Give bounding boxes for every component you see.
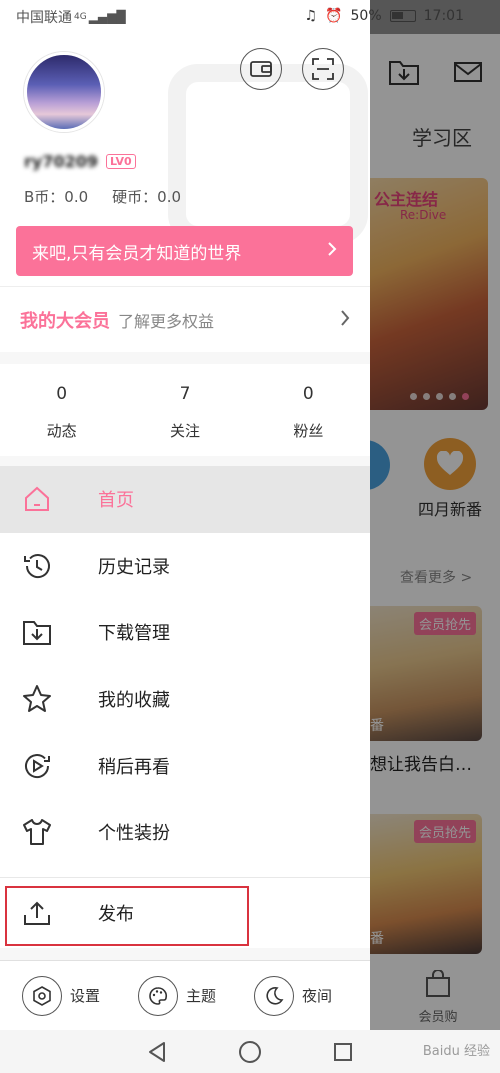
chevron-right-icon [327, 241, 337, 262]
theme-button[interactable]: 主题 [138, 975, 254, 1016]
drawer-footer: 设置 主题 夜间 [0, 960, 370, 1030]
menu-item-history[interactable]: 历史记录 [0, 533, 370, 600]
vip-subtitle: 了解更多权益 [118, 311, 215, 331]
download-icon [22, 617, 52, 647]
tv-watermark-icon [168, 64, 368, 244]
signal-icon: ▂▄▆█ [88, 10, 126, 24]
history-icon [22, 551, 52, 581]
coins-row: B币：0.0 硬币：0.0 [24, 186, 181, 207]
battery-percent: 50% [350, 8, 382, 24]
stat-value: 0 [302, 384, 314, 404]
menu-label: 稍后再看 [98, 756, 170, 778]
menu-label: 个性装扮 [98, 823, 170, 845]
dim-overlay[interactable] [370, 0, 500, 1030]
stat-label: 粉丝 [293, 422, 324, 440]
carrier-label: 中国联通 [16, 10, 72, 26]
menu-label: 我的收藏 [98, 690, 170, 712]
chevron-right-icon [340, 309, 350, 331]
status-icons: ♫ ⏰ 50% 17:01 [305, 8, 464, 24]
vip-title: 我的大会员 [20, 310, 110, 332]
battery-icon [389, 10, 416, 22]
menu-item-dressup[interactable]: 个性装扮 [0, 799, 370, 866]
night-mode-button[interactable]: 夜间 [254, 975, 370, 1016]
vip-promo-banner[interactable]: 来吧,只有会员才知道的世界 [16, 226, 353, 276]
alarm-icon: ⏰ [325, 8, 343, 24]
stat-dynamics[interactable]: 0 动态 [0, 364, 123, 456]
hard-coins: 硬币：0.0 [112, 188, 182, 206]
star-icon [22, 684, 52, 714]
stat-value: 7 [179, 384, 191, 404]
wallet-icon [250, 61, 272, 77]
recents-icon[interactable] [330, 1039, 356, 1065]
network-label: 4G [74, 12, 87, 22]
moon-icon [254, 975, 294, 1016]
footer-label: 主题 [186, 987, 217, 1005]
back-icon[interactable] [144, 1039, 170, 1065]
home-nav-icon[interactable] [237, 1039, 263, 1065]
menu-item-downloads[interactable]: 下载管理 [0, 599, 370, 666]
vip-banner-text: 来吧,只有会员才知道的世界 [32, 243, 242, 264]
menu-label: 下载管理 [98, 623, 170, 645]
side-drawer: ry70209 LV0 B币：0.0 硬币：0.0 来吧,只有会员才知道的世界 … [0, 34, 370, 1030]
menu-item-home[interactable]: 首页 [0, 466, 370, 533]
footer-label: 设置 [70, 987, 101, 1005]
stat-label: 关注 [169, 422, 200, 440]
b-coins: B币：0.0 [24, 188, 89, 206]
menu-label: 首页 [98, 490, 134, 512]
username[interactable]: ry70209 [24, 152, 98, 171]
menu-item-watch-later[interactable]: 稍后再看 [0, 732, 370, 799]
stat-label: 动态 [46, 422, 77, 440]
menu-divider [0, 865, 370, 878]
tshirt-icon [22, 817, 52, 847]
stat-value: 0 [56, 384, 68, 404]
menu-item-favorites[interactable]: 我的收藏 [0, 666, 370, 733]
watch-later-icon [22, 751, 52, 781]
drawer-menu: 首页 历史记录 下载管理 我的收藏 稍后再看 个性装扮 发布 [0, 466, 370, 948]
scan-icon [312, 58, 334, 80]
footer-label: 夜间 [302, 987, 333, 1005]
clock: 17:01 [423, 8, 464, 24]
settings-icon [22, 975, 62, 1016]
username-row: ry70209 LV0 [24, 152, 136, 171]
baidu-watermark: Baidu 经验 [422, 1044, 490, 1059]
wallet-button[interactable] [240, 48, 282, 90]
settings-button[interactable]: 设置 [22, 975, 138, 1016]
big-vip-row[interactable]: 我的大会员 了解更多权益 [0, 286, 370, 352]
stat-fans[interactable]: 0 粉丝 [247, 364, 370, 456]
menu-label: 历史记录 [98, 556, 170, 578]
stats-row: 0 动态 7 关注 0 粉丝 [0, 364, 370, 456]
scan-button[interactable] [302, 48, 344, 90]
stat-following[interactable]: 7 关注 [123, 364, 246, 456]
headset-icon: ♫ [304, 8, 318, 24]
home-icon [22, 484, 52, 514]
level-badge: LV0 [105, 154, 136, 169]
profile-header: ry70209 LV0 B币：0.0 硬币：0.0 来吧,只有会员才知道的世界 [0, 34, 370, 286]
avatar[interactable] [24, 52, 104, 132]
highlight-annotation [5, 886, 249, 946]
palette-icon [138, 975, 178, 1016]
